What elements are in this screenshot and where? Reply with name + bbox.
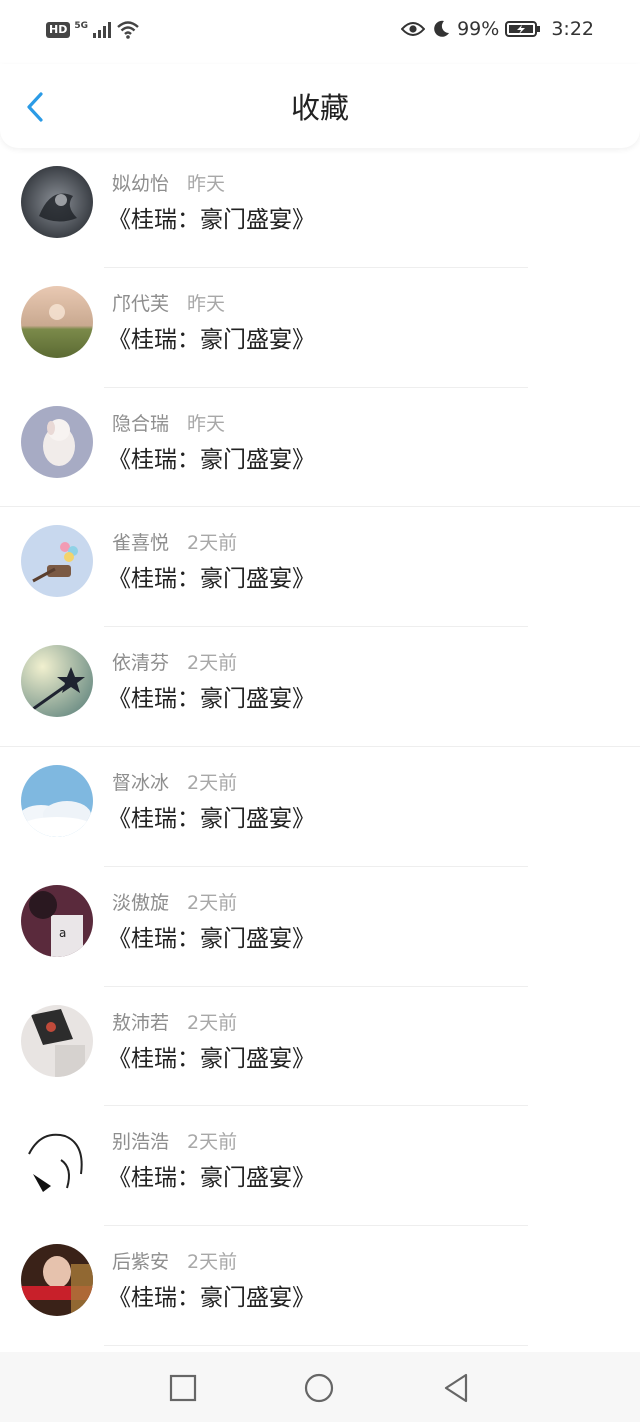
item-time: 2天前: [187, 771, 238, 794]
user-name: 后紫安: [112, 1251, 170, 1274]
avatar-image: [21, 166, 93, 238]
system-nav-bar: [0, 1352, 640, 1422]
triangle-back-icon: [444, 1373, 468, 1403]
book-title: 《桂瑞：豪门盛宴》: [108, 446, 315, 473]
book-title: 《桂瑞：豪门盛宴》: [108, 1285, 315, 1312]
item-meta: 雀喜悦 2天前: [112, 531, 237, 555]
user-name: 依清芬: [112, 652, 170, 675]
user-name: 别浩浩: [112, 1131, 170, 1154]
user-name: 淡傲旋: [112, 891, 170, 914]
list-item[interactable]: 督冰冰 2天前 《桂瑞：豪门盛宴》: [0, 747, 640, 867]
status-left: HD 5G: [46, 20, 140, 40]
list-item[interactable]: 隐合瑞 昨天 《桂瑞：豪门盛宴》: [0, 388, 640, 508]
avatar[interactable]: [21, 764, 93, 837]
item-meta: 后紫安 2天前: [112, 1250, 237, 1274]
back-nav-button[interactable]: [440, 1372, 472, 1404]
item-meta: 督冰冰 2天前: [112, 771, 237, 795]
item-time: 2天前: [187, 1131, 238, 1154]
hd-badge: HD: [46, 22, 71, 38]
avatar[interactable]: [21, 1004, 93, 1077]
recents-button[interactable]: [167, 1372, 199, 1404]
network-type: 5G: [74, 20, 88, 31]
item-time: 2天前: [187, 1251, 238, 1274]
avatar-image: [21, 645, 93, 718]
item-meta: 别浩浩 2天前: [112, 1130, 237, 1154]
status-right: 99% 3:22: [401, 18, 594, 40]
item-meta: 姒幼怡 昨天: [112, 172, 225, 196]
status-bar: HD 5G 99% 3:22: [0, 0, 640, 64]
avatar[interactable]: [21, 1124, 93, 1197]
list-item[interactable]: 依清芬 2天前 《桂瑞：豪门盛宴》: [0, 627, 640, 747]
home-button[interactable]: [303, 1372, 335, 1404]
svg-text:a: a: [59, 926, 66, 940]
avatar-image: a: [21, 884, 93, 957]
avatar-image: [21, 285, 93, 358]
avatar-image: [21, 764, 93, 837]
avatar-image: [21, 1124, 93, 1197]
avatar[interactable]: [21, 166, 93, 238]
item-meta: 敖沛若 2天前: [112, 1011, 237, 1035]
avatar-image: [21, 525, 93, 598]
user-name: 姒幼怡: [112, 173, 170, 195]
page-title: 收藏: [290, 91, 349, 125]
avatar[interactable]: [21, 285, 93, 358]
user-name: 督冰冰: [112, 771, 170, 794]
list-item[interactable]: 后紫安 2天前 《桂瑞：豪门盛宴》: [0, 1226, 640, 1346]
book-title: 《桂瑞：豪门盛宴》: [108, 925, 315, 952]
list-item[interactable]: 别浩浩 2天前 《桂瑞：豪门盛宴》: [0, 1106, 640, 1226]
book-title: 《桂瑞：豪门盛宴》: [108, 805, 315, 832]
item-time: 2天前: [187, 891, 238, 914]
avatar[interactable]: [21, 525, 93, 598]
eye-icon: [401, 22, 426, 36]
book-title: 《桂瑞：豪门盛宴》: [108, 207, 315, 233]
user-name: 雀喜悦: [112, 532, 170, 555]
circle-icon: [304, 1373, 334, 1403]
app-header: 收藏: [0, 64, 640, 148]
avatar-image: [21, 1004, 93, 1077]
item-time: 2天前: [187, 532, 238, 555]
user-name: 隐合瑞: [112, 412, 170, 435]
user-name: 邝代芙: [112, 292, 170, 315]
item-time: 2天前: [187, 652, 238, 675]
item-time: 2天前: [187, 1011, 238, 1034]
moon-icon: [434, 20, 450, 37]
avatar-image: [21, 405, 93, 478]
battery-icon: [505, 21, 541, 37]
avatar[interactable]: [21, 405, 93, 478]
item-time: 昨天: [187, 173, 226, 195]
book-title: 《桂瑞：豪门盛宴》: [108, 1045, 315, 1072]
list-item[interactable]: 雀喜悦 2天前 《桂瑞：豪门盛宴》: [0, 507, 640, 627]
book-title: 《桂瑞：豪门盛宴》: [108, 566, 315, 593]
list-item[interactable]: 姒幼怡 昨天 《桂瑞：豪门盛宴》: [0, 148, 640, 268]
avatar[interactable]: [21, 1244, 93, 1317]
avatar[interactable]: [21, 645, 93, 718]
list-item[interactable]: a 淡傲旋 2天前 《桂瑞：豪门盛宴》: [0, 867, 640, 987]
battery-percent: 99%: [457, 18, 500, 40]
item-time: 昨天: [187, 412, 226, 435]
list-item[interactable]: 邝代芙 昨天 《桂瑞：豪门盛宴》: [0, 268, 640, 388]
clock: 3:22: [551, 18, 594, 40]
favorites-list: 姒幼怡 昨天 《桂瑞：豪门盛宴》 邝代芙 昨天 《桂瑞：豪门盛宴》 隐合瑞 昨天…: [0, 148, 640, 1346]
avatar[interactable]: a: [21, 884, 93, 957]
book-title: 《桂瑞：豪门盛宴》: [108, 326, 315, 353]
wifi-icon: [117, 21, 139, 39]
item-meta: 淡傲旋 2天前: [112, 891, 237, 915]
avatar-image: [21, 1244, 93, 1317]
square-icon: [169, 1374, 197, 1402]
item-meta: 隐合瑞 昨天: [112, 412, 225, 436]
item-time: 昨天: [187, 292, 226, 315]
user-name: 敖沛若: [112, 1011, 170, 1034]
item-meta: 依清芬 2天前: [112, 651, 237, 675]
item-meta: 邝代芙 昨天: [112, 292, 225, 316]
signal-icon: [93, 22, 111, 38]
book-title: 《桂瑞：豪门盛宴》: [108, 1165, 315, 1192]
book-title: 《桂瑞：豪门盛宴》: [108, 686, 315, 713]
list-item[interactable]: 敖沛若 2天前 《桂瑞：豪门盛宴》: [0, 987, 640, 1107]
